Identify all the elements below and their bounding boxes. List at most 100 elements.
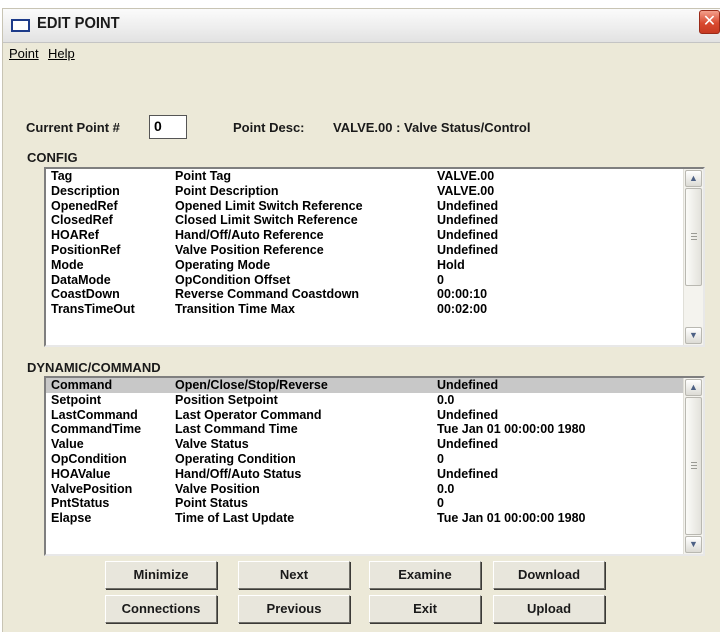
config-field: DataMode bbox=[51, 272, 111, 287]
point-desc-value: VALVE.00 : Valve Status/Control bbox=[333, 120, 531, 135]
menu-help[interactable]: Help bbox=[48, 46, 75, 61]
config-list[interactable]: Tag Point Tag VALVE.00 Description Point De… bbox=[44, 167, 705, 347]
config-scrollbar[interactable]: ▲ ▼ bbox=[683, 169, 703, 345]
dynamic-value: 0 bbox=[437, 496, 444, 511]
config-value: VALVE.00 bbox=[437, 169, 495, 183]
config-value: 0 bbox=[437, 272, 444, 287]
dynamic-field: Value bbox=[51, 437, 84, 452]
dynamic-field: PntStatus bbox=[51, 496, 110, 511]
config-scroll-thumb[interactable] bbox=[685, 188, 702, 286]
dynamic-value: Tue Jan 01 00:00:00 1980 bbox=[437, 511, 586, 526]
dynamic-desc: Operating Condition bbox=[175, 451, 296, 466]
dynamic-row[interactable]: OpCondition Operating Condition 0 bbox=[46, 452, 684, 467]
dynamic-list[interactable]: Command Open/Close/Stop/Reverse Undefined … bbox=[44, 376, 705, 556]
dynamic-field: OpCondition bbox=[51, 451, 127, 466]
dynamic-value: 0 bbox=[437, 451, 444, 466]
previous-button[interactable]: Previous bbox=[238, 595, 350, 623]
config-desc: Transition Time Max bbox=[175, 302, 295, 317]
config-desc: OpCondition Offset bbox=[175, 272, 291, 287]
dynamic-value: 0.0 bbox=[437, 392, 455, 407]
config-row[interactable]: Description Point Description VALVE.00 bbox=[46, 184, 684, 199]
config-field: ClosedRef bbox=[51, 213, 113, 228]
config-rows: Tag Point Tag VALVE.00 Description Point De… bbox=[46, 169, 684, 345]
config-field: TransTimeOut bbox=[51, 302, 135, 317]
upload-button[interactable]: Upload bbox=[493, 595, 605, 623]
next-button[interactable]: Next bbox=[238, 561, 350, 589]
dynamic-value: 0.0 bbox=[437, 481, 455, 496]
config-row[interactable]: OpenedRef Opened Limit Switch Reference Un… bbox=[46, 199, 684, 214]
config-field: CoastDown bbox=[51, 287, 120, 302]
dynamic-desc: Time of Last Update bbox=[175, 511, 295, 526]
dynamic-row[interactable]: PntStatus Point Status 0 bbox=[46, 496, 684, 511]
dynamic-row[interactable]: LastCommand Last Operator Command Undefine… bbox=[46, 408, 684, 423]
title-bar[interactable]: EDIT POINT ✕ bbox=[3, 9, 720, 43]
dynamic-field: Setpoint bbox=[51, 392, 101, 407]
config-row[interactable]: CoastDown Reverse Command Coastdown 00:00:… bbox=[46, 287, 684, 302]
dynamic-value: Undefined bbox=[437, 466, 499, 481]
down-arrow-icon[interactable]: ▼ bbox=[685, 327, 702, 344]
dynamic-value: Undefined bbox=[437, 378, 499, 392]
config-field: PositionRef bbox=[51, 242, 121, 257]
config-value: VALVE.00 bbox=[437, 183, 495, 198]
up-arrow-icon[interactable]: ▲ bbox=[685, 170, 702, 187]
dynamic-row[interactable]: ValvePosition Valve Position 0.0 bbox=[46, 482, 684, 497]
dynamic-field: Command bbox=[51, 378, 113, 392]
current-point-input[interactable]: 0 bbox=[149, 115, 187, 139]
close-button[interactable]: ✕ bbox=[699, 10, 720, 34]
dynamic-desc: Valve Status bbox=[175, 437, 249, 452]
point-desc-label: Point Desc: bbox=[233, 120, 305, 135]
config-field: Mode bbox=[51, 257, 84, 272]
config-row[interactable]: HOARef Hand/Off/Auto Reference Undefined bbox=[46, 228, 684, 243]
edit-point-window: EDIT POINT ✕ Point Help Current Point # … bbox=[2, 8, 720, 632]
download-button[interactable]: Download bbox=[493, 561, 605, 589]
config-desc: Point Tag bbox=[175, 169, 232, 183]
dynamic-desc: Last Command Time bbox=[175, 422, 298, 437]
config-value: 00:02:00 bbox=[437, 302, 488, 317]
config-field: HOARef bbox=[51, 228, 99, 243]
config-row[interactable]: PositionRef Valve Position Reference Undef… bbox=[46, 243, 684, 258]
dynamic-scrollbar[interactable]: ▲ ▼ bbox=[683, 378, 703, 554]
menu-help-label: Help bbox=[48, 46, 75, 61]
grip-line bbox=[691, 462, 697, 463]
config-value: Undefined bbox=[437, 198, 499, 213]
dynamic-desc: Hand/Off/Auto Status bbox=[175, 466, 302, 481]
dynamic-desc: Point Status bbox=[175, 496, 248, 511]
dynamic-scroll-thumb[interactable] bbox=[685, 397, 702, 535]
grip-line bbox=[691, 465, 697, 466]
config-value: Hold bbox=[437, 257, 465, 272]
current-point-label: Current Point # bbox=[26, 120, 120, 135]
exit-button[interactable]: Exit bbox=[369, 595, 481, 623]
config-row[interactable]: ClosedRef Closed Limit Switch Reference Un… bbox=[46, 213, 684, 228]
config-desc: Closed Limit Switch Reference bbox=[175, 213, 358, 228]
dynamic-row[interactable]: Value Valve Status Undefined bbox=[46, 437, 684, 452]
dynamic-row[interactable]: CommandTime Last Command Time Tue Jan 01 0… bbox=[46, 422, 684, 437]
config-desc: Operating Mode bbox=[175, 257, 271, 272]
dynamic-field: CommandTime bbox=[51, 422, 142, 437]
menu-bar: Point Help bbox=[3, 43, 720, 63]
down-arrow-icon[interactable]: ▼ bbox=[685, 536, 702, 553]
minimize-button[interactable]: Minimize bbox=[105, 561, 217, 589]
config-section-title: CONFIG bbox=[27, 150, 78, 165]
dynamic-desc: Open/Close/Stop/Reverse bbox=[175, 378, 328, 392]
dynamic-row-selected[interactable]: Command Open/Close/Stop/Reverse Undefined bbox=[46, 378, 684, 393]
connections-button[interactable]: Connections bbox=[105, 595, 217, 623]
config-field: Tag bbox=[51, 169, 73, 183]
dynamic-section-title: DYNAMIC/COMMAND bbox=[27, 360, 161, 375]
dynamic-value: Undefined bbox=[437, 437, 499, 452]
dynamic-desc: Last Operator Command bbox=[175, 407, 322, 422]
config-field: Description bbox=[51, 183, 120, 198]
dynamic-rows: Command Open/Close/Stop/Reverse Undefined … bbox=[46, 378, 684, 554]
menu-point[interactable]: Point bbox=[9, 46, 39, 61]
config-row[interactable]: TransTimeOut Transition Time Max 00:02:00 bbox=[46, 302, 684, 317]
examine-button[interactable]: Examine bbox=[369, 561, 481, 589]
up-arrow-icon[interactable]: ▲ bbox=[685, 379, 702, 396]
grip-line bbox=[691, 233, 697, 234]
window-title: EDIT POINT bbox=[37, 15, 120, 32]
dynamic-field: HOAValue bbox=[51, 466, 111, 481]
config-row[interactable]: Tag Point Tag VALVE.00 bbox=[46, 169, 684, 184]
dynamic-row[interactable]: Setpoint Position Setpoint 0.0 bbox=[46, 393, 684, 408]
dynamic-row[interactable]: HOAValue Hand/Off/Auto Status Undefined bbox=[46, 467, 684, 482]
dynamic-row[interactable]: Elapse Time of Last Update Tue Jan 01 00:0… bbox=[46, 511, 684, 526]
config-row[interactable]: DataMode OpCondition Offset 0 bbox=[46, 273, 684, 288]
config-row[interactable]: Mode Operating Mode Hold bbox=[46, 258, 684, 273]
